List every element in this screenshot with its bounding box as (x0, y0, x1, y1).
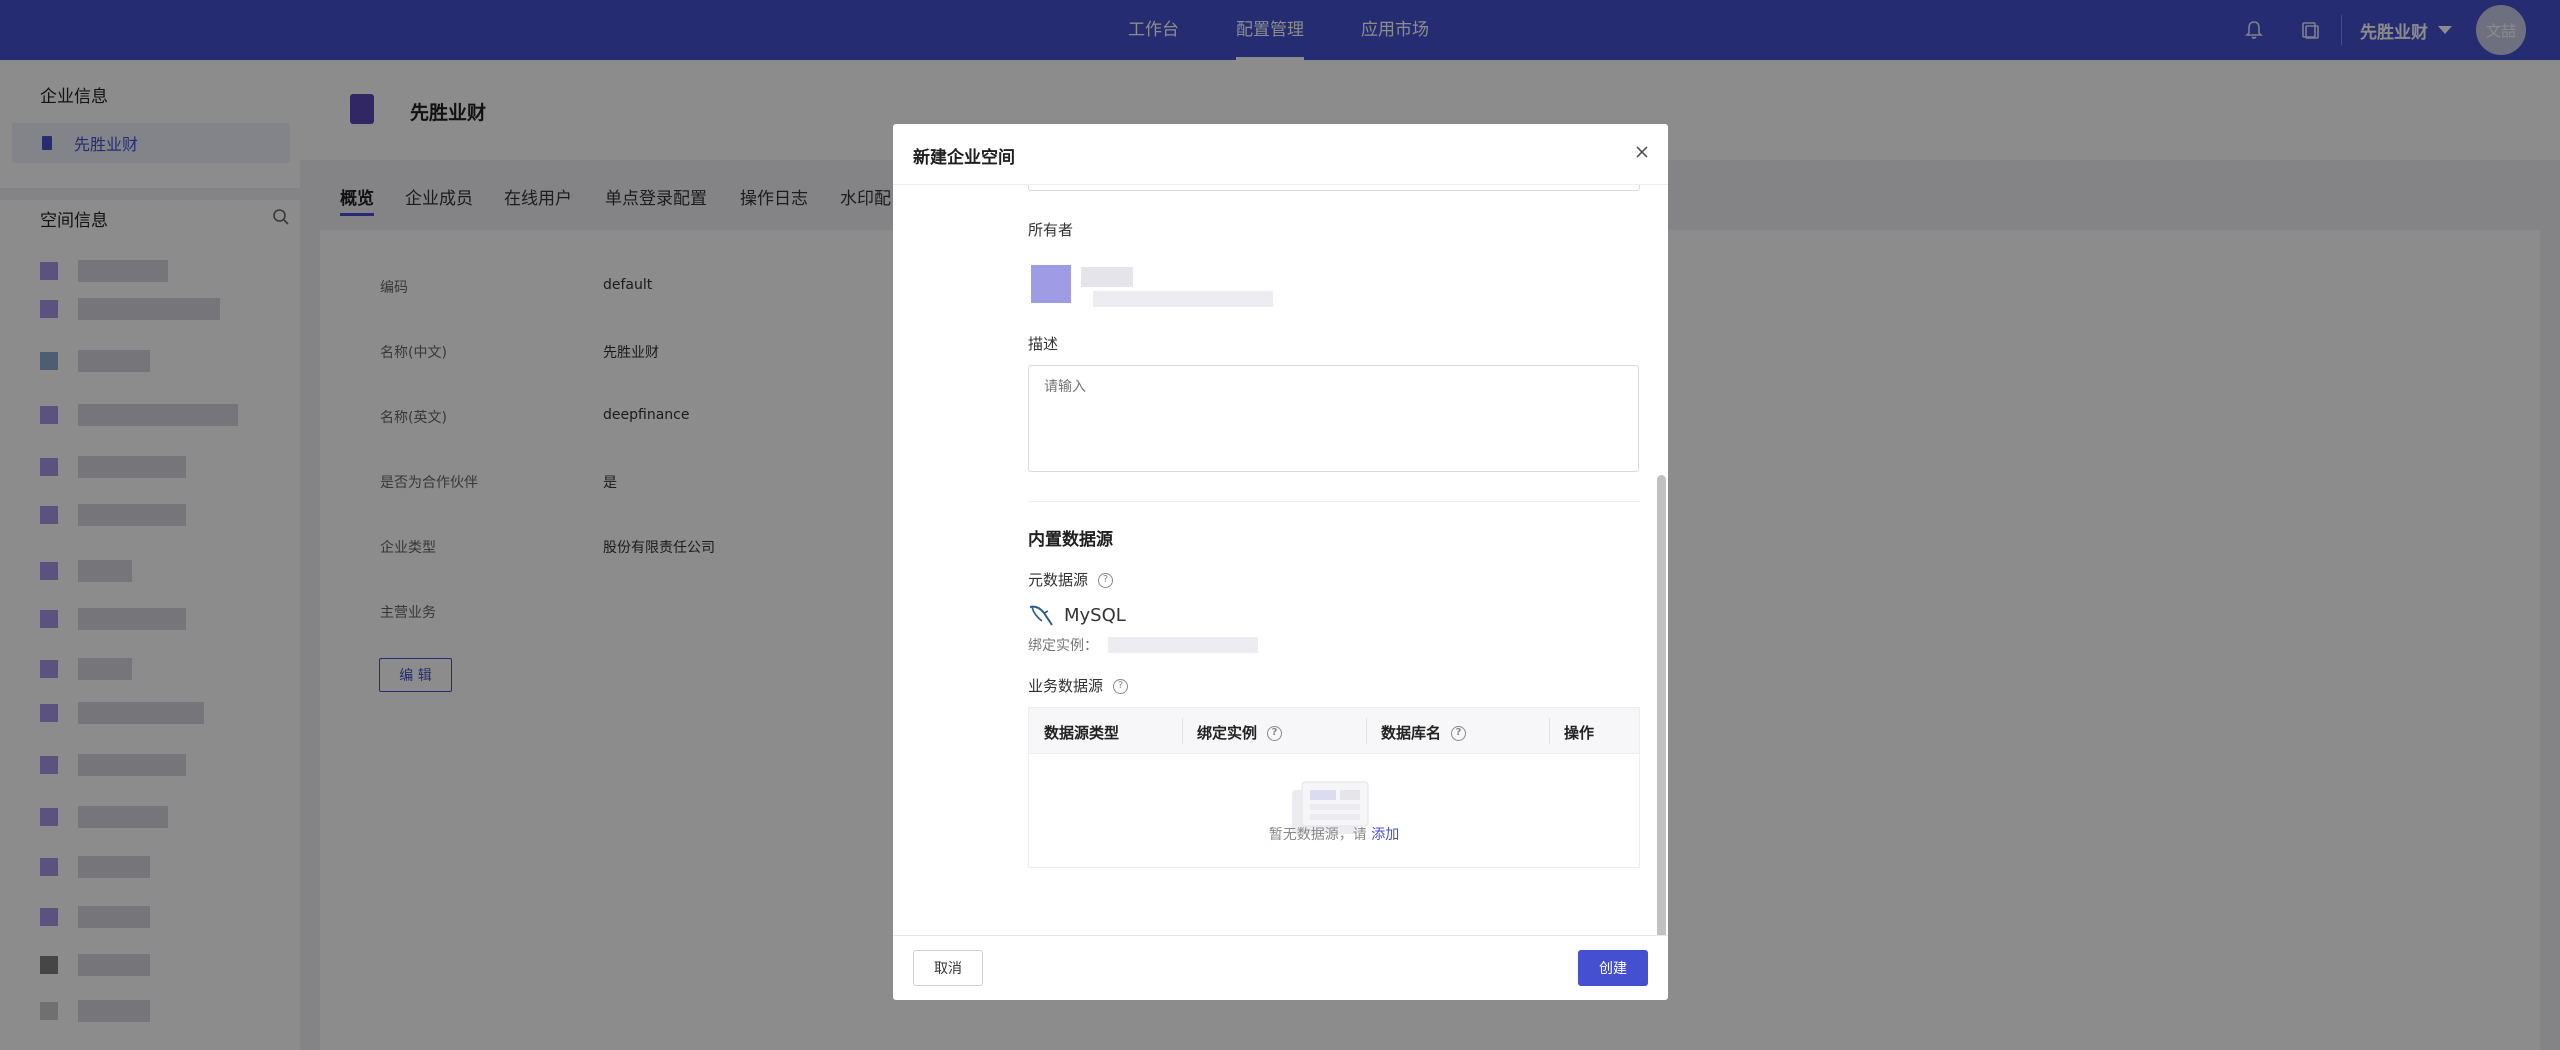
mysql-datasource: MySQL (1028, 603, 1126, 627)
scrollbar[interactable] (1657, 475, 1666, 935)
column-header: 绑定实例? (1197, 722, 1283, 743)
meta-datasource-label: 元数据源? (1028, 569, 1114, 590)
mysql-dolphin-icon (1029, 605, 1053, 626)
modal-title: 新建企业空间 (913, 148, 1015, 168)
divider (1366, 718, 1367, 744)
builtin-datasource-title: 内置数据源 (1028, 530, 1113, 550)
add-datasource-link[interactable]: 添加 (1371, 827, 1399, 843)
create-space-modal: 新建企业空间 所有者 描述 内置数据源 元数据源? MySQL 绑定实例： 业务… (893, 124, 1668, 1000)
owner-name (1081, 267, 1133, 287)
column-header: 数据库名? (1381, 722, 1467, 743)
divider (1182, 718, 1183, 744)
biz-datasource-label: 业务数据源? (1028, 675, 1129, 696)
biz-datasource-table: 数据源类型 绑定实例? 数据库名? 操作 暂无数据源，请 添加 (1028, 707, 1640, 868)
help-icon[interactable]: ? (1451, 726, 1467, 741)
cancel-button[interactable]: 取消 (913, 950, 983, 986)
create-button[interactable]: 创建 (1578, 950, 1648, 986)
meta-datasource-text: 元数据源 (1028, 571, 1089, 589)
divider (1028, 501, 1640, 502)
close-icon[interactable] (1632, 142, 1652, 162)
owner-label: 所有者 (1028, 221, 1074, 239)
modal-footer: 取消 创建 (893, 935, 1668, 1000)
bind-instance-row: 绑定实例： (1028, 635, 1258, 655)
help-icon[interactable]: ? (1267, 726, 1283, 741)
empty-message: 暂无数据源，请 (1268, 827, 1367, 843)
help-icon[interactable]: ? (1113, 679, 1129, 694)
owner-detail (1093, 291, 1273, 307)
column-header: 操作 (1564, 724, 1595, 742)
description-textarea[interactable] (1028, 365, 1639, 472)
empty-state-text: 暂无数据源，请 添加 (1029, 824, 1639, 844)
help-icon[interactable]: ? (1098, 573, 1114, 588)
biz-datasource-text: 业务数据源 (1028, 677, 1104, 695)
modal-body: 所有者 描述 内置数据源 元数据源? MySQL 绑定实例： 业务数据源? 数据… (893, 184, 1668, 935)
description-label: 描述 (1028, 335, 1059, 353)
table-header: 数据源类型 绑定实例? 数据库名? 操作 (1029, 708, 1639, 754)
bind-instance-label: 绑定实例： (1028, 638, 1098, 654)
mysql-label: MySQL (1064, 604, 1126, 626)
column-header-text: 绑定实例 (1197, 724, 1258, 742)
name-input[interactable] (1028, 185, 1640, 191)
owner-avatar (1031, 265, 1071, 303)
divider (1549, 718, 1550, 744)
column-header: 数据源类型 (1044, 724, 1120, 742)
bind-instance-value (1108, 637, 1258, 653)
column-header-text: 数据库名 (1381, 724, 1442, 742)
